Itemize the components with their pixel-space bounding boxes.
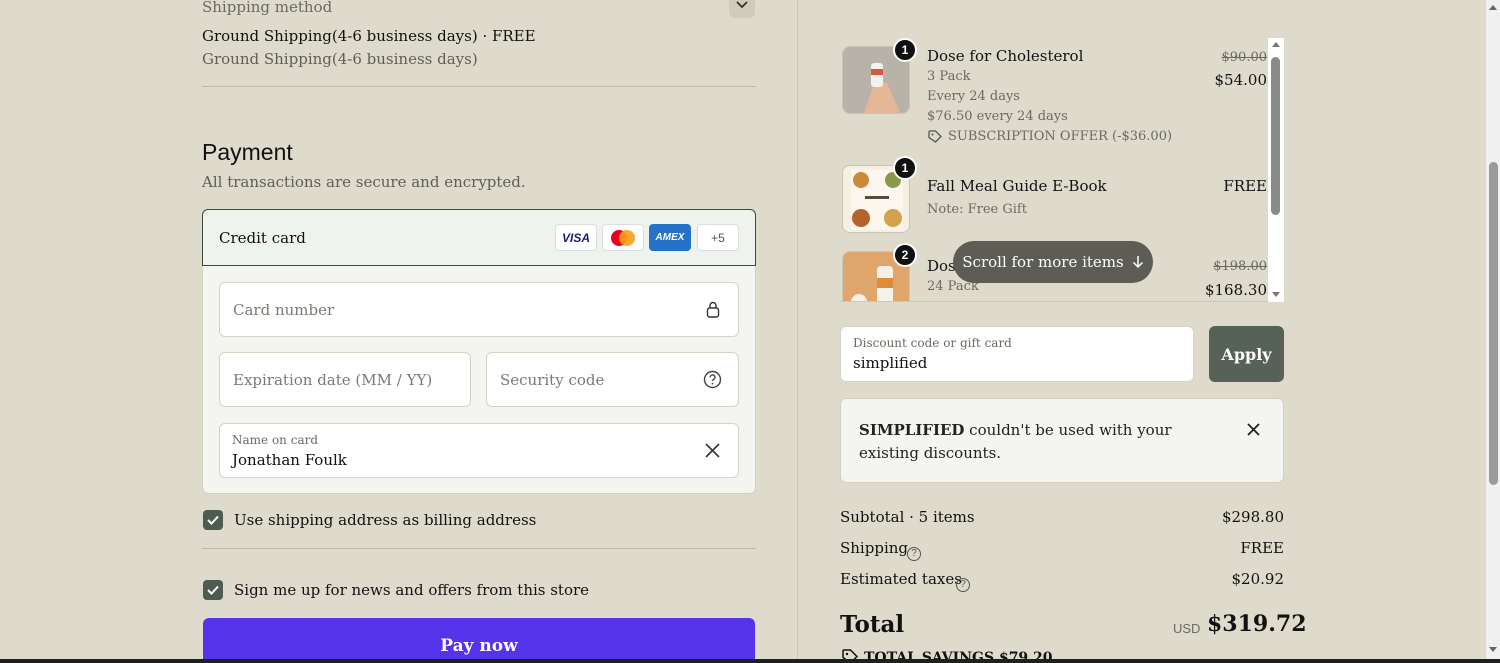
name-on-card-field[interactable]: Name on card Jonathan Foulk	[219, 423, 739, 478]
payment-subtitle: All transactions are secure and encrypte…	[202, 173, 526, 191]
tag-icon	[928, 129, 942, 148]
taxes-value: $20.92	[1231, 570, 1285, 588]
subtotal-value: $298.80	[1221, 508, 1284, 526]
billing-checkbox[interactable]	[203, 510, 223, 530]
item-old-price: $198.00	[1213, 259, 1267, 274]
close-icon[interactable]	[1247, 421, 1260, 440]
security-code-field[interactable]: Security code	[486, 352, 739, 407]
scroll-for-more-label: Scroll for more items	[962, 253, 1124, 271]
name-on-card-value: Jonathan Foulk	[232, 451, 347, 469]
scroll-down-arrow-icon[interactable]	[1488, 646, 1498, 653]
total-label: Total	[840, 611, 905, 638]
item-name: Dose for Cholesterol	[927, 47, 1084, 65]
quantity-badge: 1	[893, 38, 917, 62]
divider	[202, 86, 756, 87]
item-price: $54.00	[1214, 71, 1268, 89]
item-frequency: Every 24 days	[927, 89, 1020, 104]
subtotal-label: Subtotal · 5 items	[840, 508, 975, 526]
taskbar-edge	[0, 659, 1500, 663]
shipping-method-heading: Shipping method	[202, 0, 333, 16]
discount-error-code: SIMPLIFIED	[859, 421, 965, 439]
shipping-label: Shipping	[840, 539, 908, 557]
card-number-field[interactable]: Card number	[219, 282, 739, 337]
apply-button[interactable]: Apply	[1209, 326, 1284, 382]
arrow-down-icon	[1132, 256, 1143, 269]
chevron-down-icon[interactable]	[729, 0, 755, 18]
item-old-price: $90.00	[1221, 50, 1268, 65]
scroll-for-more-button[interactable]: Scroll for more items	[953, 241, 1153, 283]
payment-title: Payment	[202, 139, 293, 165]
items-scrollbar-thumb[interactable]	[1271, 57, 1280, 215]
page-scrollbar-thumb[interactable]	[1489, 162, 1498, 485]
scroll-up-arrow-icon[interactable]	[1488, 4, 1498, 11]
security-code-placeholder: Security code	[500, 371, 605, 389]
item-price: $168.30	[1204, 281, 1267, 299]
item-variant: 3 Pack	[927, 69, 971, 84]
amex-logo: AMEX	[649, 224, 691, 251]
card-number-placeholder: Card number	[233, 301, 335, 319]
divider	[202, 548, 756, 549]
discount-code-value: simplified	[853, 354, 928, 372]
quantity-badge: 2	[893, 243, 917, 267]
item-note: Note: Free Gift	[927, 202, 1027, 217]
discount-code-field[interactable]: Discount code or gift card simplified	[840, 326, 1194, 382]
discount-code-label: Discount code or gift card	[853, 336, 1012, 350]
visa-logo: VISA	[555, 224, 597, 251]
shipping-method-description: Ground Shipping(4-6 business days)	[202, 50, 478, 68]
more-cards-badge: +5	[697, 224, 739, 251]
total-currency: USD	[1173, 621, 1201, 636]
taxes-label: Estimated taxes	[840, 570, 962, 588]
divider	[840, 301, 1268, 302]
scroll-up-arrow-icon[interactable]	[1271, 40, 1281, 48]
help-circle-icon[interactable]: ?	[907, 541, 921, 561]
clear-icon[interactable]	[705, 443, 720, 462]
item-offer: SUBSCRIPTION OFFER (-$36.00)	[948, 129, 1173, 144]
credit-card-label: Credit card	[219, 229, 306, 247]
item-recurring-price: $76.50 every 24 days	[927, 109, 1068, 124]
expiration-date-field[interactable]: Expiration date (MM / YY)	[219, 352, 471, 407]
shipping-value: FREE	[1240, 539, 1284, 557]
item-name: Dos	[927, 257, 956, 275]
newsletter-checkbox[interactable]	[203, 580, 223, 600]
scroll-down-arrow-icon[interactable]	[1271, 291, 1281, 299]
billing-checkbox-label: Use shipping address as billing address	[234, 511, 537, 529]
item-name: Fall Meal Guide E-Book	[927, 177, 1107, 195]
newsletter-checkbox-label: Sign me up for news and offers from this…	[234, 581, 590, 599]
shipping-method-selected: Ground Shipping(4-6 business days) · FRE…	[202, 27, 536, 45]
help-circle-icon[interactable]	[703, 370, 722, 393]
help-circle-icon[interactable]: ?	[956, 572, 970, 592]
mastercard-logo	[602, 224, 644, 251]
total-value: $319.72	[1207, 611, 1307, 637]
lock-icon	[706, 301, 720, 322]
column-divider	[797, 0, 798, 663]
expiration-placeholder: Expiration date (MM / YY)	[233, 371, 433, 389]
discount-error-message: SIMPLIFIED couldn't be used with your ex…	[859, 419, 1219, 465]
name-on-card-label: Name on card	[232, 433, 319, 447]
item-price: FREE	[1223, 177, 1267, 195]
pay-now-button[interactable]: Pay now	[203, 618, 755, 663]
quantity-badge: 1	[893, 156, 917, 180]
